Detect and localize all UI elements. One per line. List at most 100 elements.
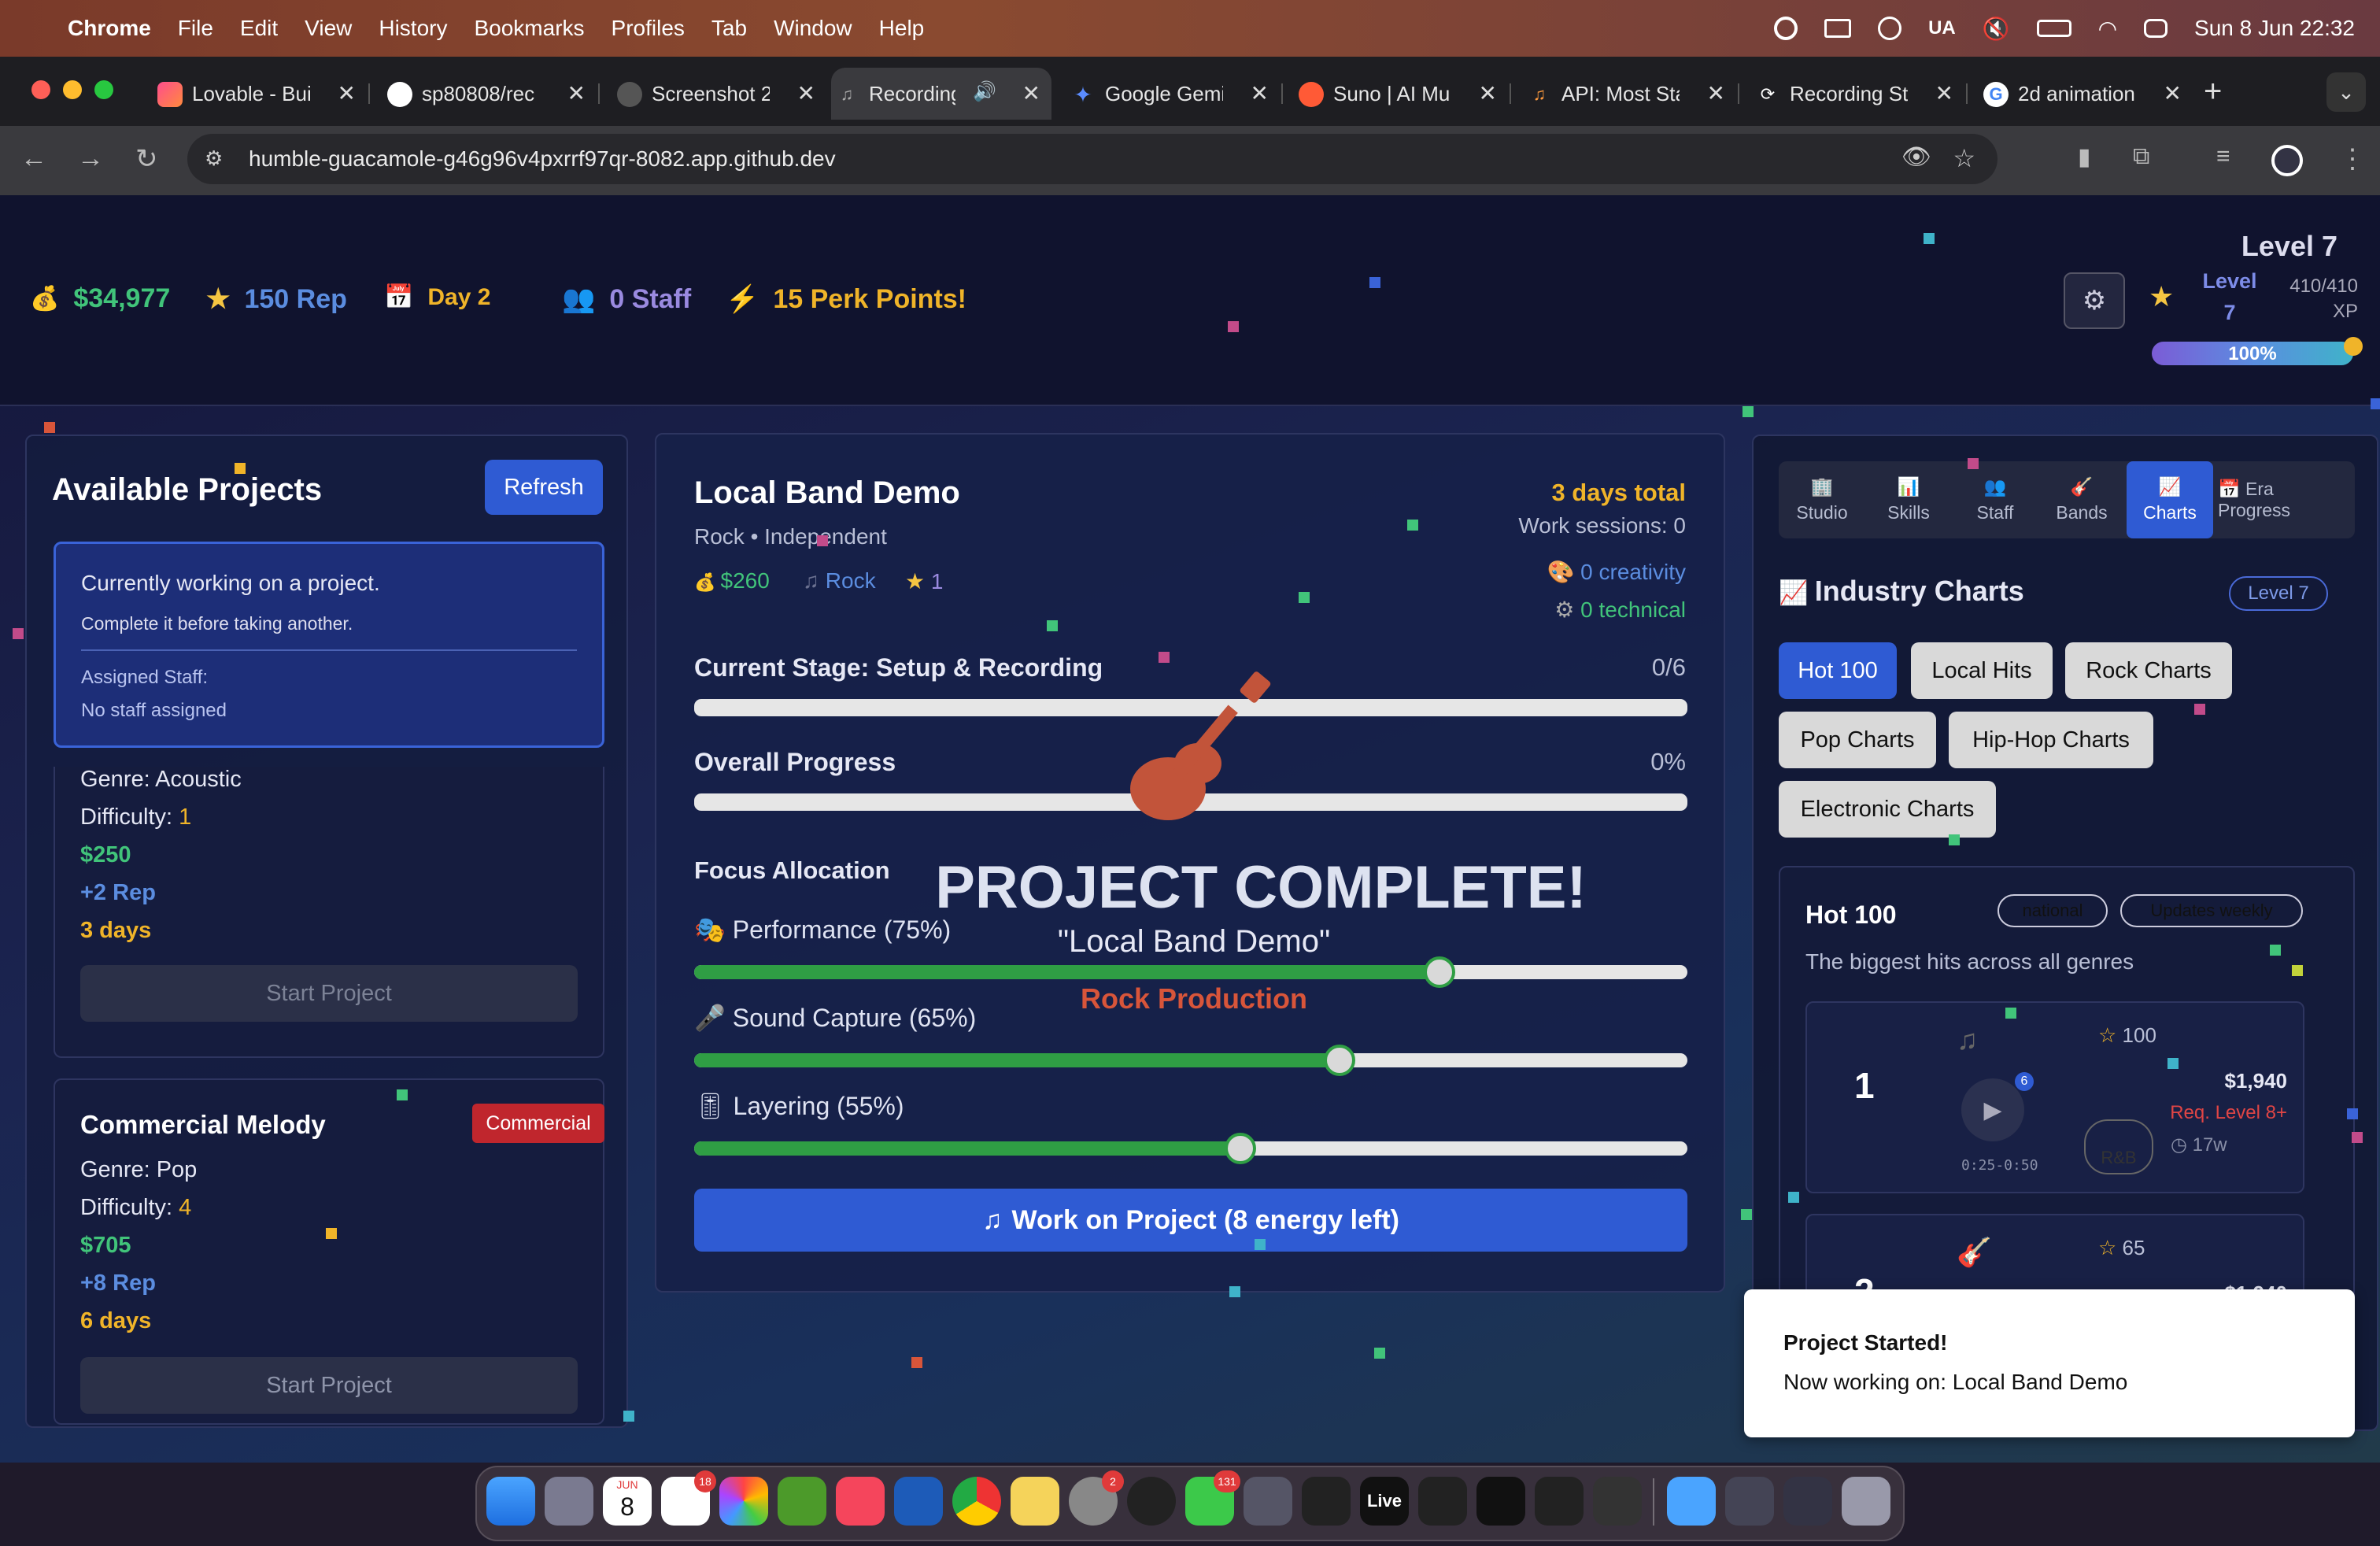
tab-gemini[interactable]: ✦ Google Gemi ✕: [1067, 68, 1280, 120]
tab-bands[interactable]: 🎸 Bands: [2038, 461, 2125, 538]
close-tab-icon[interactable]: ✕: [338, 80, 356, 106]
mute-icon[interactable]: 🔇: [1983, 16, 2010, 42]
close-tab-icon[interactable]: ✕: [1479, 80, 1497, 106]
menu-app-name[interactable]: Chrome: [68, 16, 151, 41]
display-icon[interactable]: [1824, 19, 1852, 38]
launchpad-icon[interactable]: [545, 1477, 593, 1526]
settings-gear-icon[interactable]: ⚙: [2064, 272, 2125, 329]
clock[interactable]: Sun 8 Jun 22:32: [2194, 16, 2355, 41]
media-control-icon[interactable]: ≡: [2216, 143, 2230, 170]
messages-icon[interactable]: 131: [1185, 1470, 1240, 1526]
obs-icon[interactable]: [1127, 1477, 1176, 1526]
close-tab-icon[interactable]: ✕: [1707, 80, 1725, 106]
tab-2d-animation[interactable]: G 2d animation ✕: [1980, 68, 2193, 120]
extensions-icon[interactable]: ⧉: [2133, 143, 2149, 170]
system-settings-icon[interactable]: 2: [1069, 1470, 1124, 1526]
profile-avatar[interactable]: [2271, 145, 2303, 176]
tab-charts[interactable]: 📈 Charts: [2127, 461, 2213, 538]
nvidia-icon[interactable]: [778, 1477, 826, 1526]
minimize-window-button[interactable]: [63, 80, 82, 99]
input-language[interactable]: UA: [1928, 17, 1956, 39]
window-preview-icon[interactable]: [1783, 1477, 1832, 1526]
menu-help[interactable]: Help: [879, 16, 925, 41]
capcut-icon[interactable]: [1476, 1477, 1525, 1526]
close-tab-icon[interactable]: ✕: [567, 80, 586, 106]
window-preview-icon[interactable]: [1725, 1477, 1774, 1526]
sound-capture-slider[interactable]: [694, 1045, 1687, 1076]
play-circle-icon[interactable]: [1878, 17, 1902, 40]
slider-thumb[interactable]: [1324, 1045, 1355, 1076]
tab-recording-studio[interactable]: ⟳ Recording St ✕: [1752, 68, 1964, 120]
menu-profiles[interactable]: Profiles: [612, 16, 685, 41]
tab-suno[interactable]: Suno | AI Mu ✕: [1295, 68, 1508, 120]
box-app-icon[interactable]: [1593, 1477, 1642, 1526]
new-tab-icon[interactable]: +: [2204, 74, 2222, 109]
tab-era-progress[interactable]: 📅 Era Progress: [2218, 461, 2336, 538]
tab-screenshot[interactable]: Screenshot 2 ✕: [614, 68, 826, 120]
tab-github-repo[interactable]: sp80808/rec ✕: [384, 68, 597, 120]
start-project-button[interactable]: Start Project: [80, 1357, 578, 1414]
extension-pin-icon[interactable]: ▮: [2078, 143, 2091, 171]
wifi-icon[interactable]: ◠: [2098, 16, 2117, 42]
ableton-live-icon[interactable]: Live: [1360, 1477, 1409, 1526]
hide-eye-icon[interactable]: 👁: [1901, 143, 1931, 171]
photos-icon[interactable]: [719, 1477, 768, 1526]
chrome-icon[interactable]: [952, 1477, 1001, 1526]
close-tab-icon[interactable]: ✕: [1251, 80, 1269, 106]
close-tab-icon[interactable]: ✕: [1022, 80, 1040, 106]
zoom-window-button[interactable]: [94, 80, 113, 99]
more-menu-icon[interactable]: ⋮: [2339, 143, 2366, 175]
filter-electronic-charts[interactable]: Electronic Charts: [1779, 781, 1996, 838]
menu-window[interactable]: Window: [774, 16, 852, 41]
chart-entry[interactable]: 1 ♫ ▶ 6 0:25-0:50 ☆ 100 R&B $1,940 Req. …: [1805, 1001, 2304, 1193]
menu-bookmarks[interactable]: Bookmarks: [474, 16, 584, 41]
bookmark-star-icon[interactable]: ☆: [1953, 143, 1975, 173]
toast-notification[interactable]: Project Started! Now working on: Local B…: [1744, 1289, 2355, 1437]
close-window-button[interactable]: [31, 80, 50, 99]
tab-api[interactable]: ♫ API: Most Sta ✕: [1524, 68, 1736, 120]
control-center-icon[interactable]: [2144, 19, 2168, 38]
start-project-button-disabled[interactable]: Start Project: [80, 965, 578, 1022]
menu-edit[interactable]: Edit: [240, 16, 278, 41]
word-icon[interactable]: [894, 1477, 943, 1526]
folder-icon[interactable]: [1667, 1477, 1716, 1526]
performance-slider[interactable]: [694, 956, 1687, 988]
close-tab-icon[interactable]: ✕: [2164, 80, 2182, 106]
piano-icon[interactable]: [1302, 1477, 1351, 1526]
tab-search-icon[interactable]: ⌄: [2326, 72, 2366, 112]
menu-view[interactable]: View: [305, 16, 352, 41]
close-tab-icon[interactable]: ✕: [1935, 80, 1953, 106]
grammarly-icon[interactable]: [1774, 17, 1798, 40]
calendar-app-icon[interactable]: JUN 8: [603, 1477, 652, 1526]
play-button[interactable]: ▶: [1961, 1078, 2024, 1141]
slider-thumb[interactable]: [1225, 1133, 1256, 1164]
waveform-app-icon[interactable]: [1418, 1477, 1467, 1526]
filter-hip-hop-charts[interactable]: Hip-Hop Charts: [1949, 712, 2153, 768]
tab-studio[interactable]: 🏢 Studio: [1779, 461, 1865, 538]
trash-icon[interactable]: [1842, 1477, 1890, 1526]
reminders-icon[interactable]: 18: [661, 1470, 716, 1526]
finder-icon[interactable]: [486, 1477, 535, 1526]
work-on-project-button[interactable]: ♫ Work on Project (8 energy left): [694, 1189, 1687, 1252]
layering-slider[interactable]: [694, 1133, 1687, 1164]
hex-app-icon[interactable]: [1535, 1477, 1584, 1526]
filter-local-hits[interactable]: Local Hits: [1911, 642, 2053, 699]
notes-icon[interactable]: [1011, 1477, 1059, 1526]
url-field[interactable]: ⚙ humble-guacamole-g46g96v4pxrrf97qr-808…: [187, 134, 1998, 184]
tab-skills[interactable]: 📊 Skills: [1865, 461, 1952, 538]
menu-file[interactable]: File: [178, 16, 213, 41]
refresh-button[interactable]: Refresh: [485, 460, 603, 515]
tab-staff[interactable]: 👥 Staff: [1952, 461, 2038, 538]
music-app-icon[interactable]: [836, 1477, 885, 1526]
filter-hot-100[interactable]: Hot 100: [1779, 642, 1897, 699]
tab-recording-active[interactable]: ♫ Recording 🔊 ✕: [831, 68, 1051, 120]
reload-icon[interactable]: ↻: [135, 143, 158, 175]
speaker-icon[interactable]: 🔊: [973, 80, 996, 103]
menu-history[interactable]: History: [379, 16, 447, 41]
filter-pop-charts[interactable]: Pop Charts: [1779, 712, 1936, 768]
back-icon[interactable]: ←: [20, 143, 47, 174]
site-info-icon[interactable]: ⚙: [205, 146, 223, 171]
filter-rock-charts[interactable]: Rock Charts: [2065, 642, 2232, 699]
tab-lovable[interactable]: Lovable - Bui ✕: [154, 68, 367, 120]
iphone-mirroring-icon[interactable]: [1244, 1477, 1292, 1526]
